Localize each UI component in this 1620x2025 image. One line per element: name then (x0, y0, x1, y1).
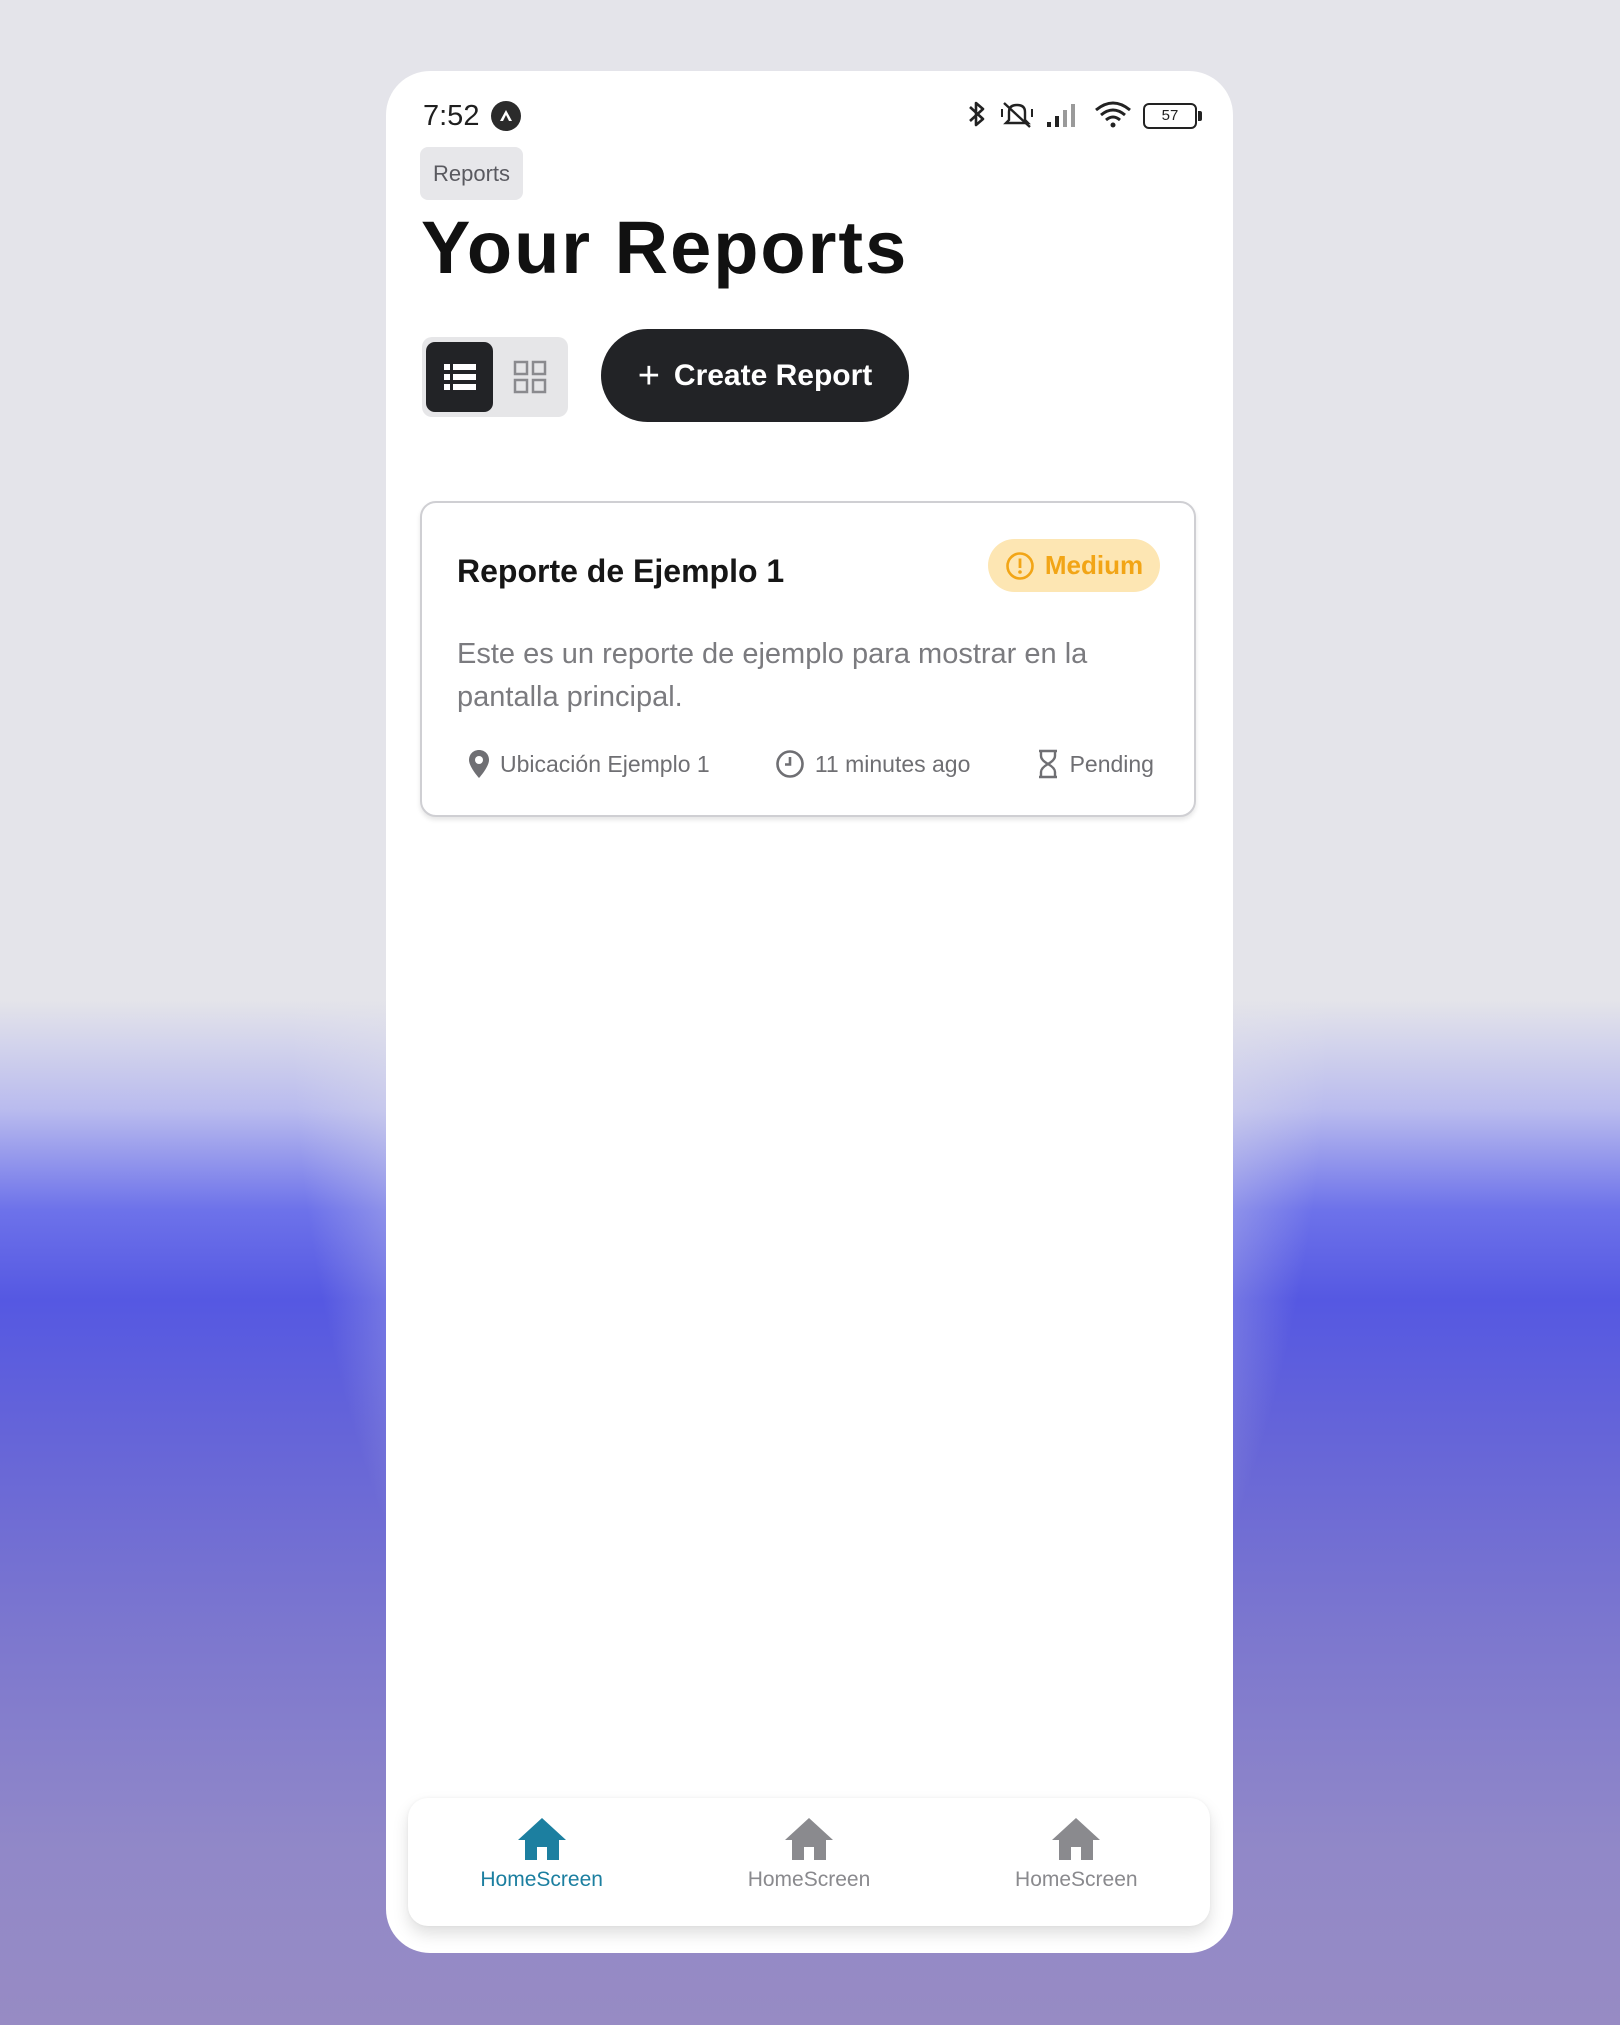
create-report-label: Create Report (673, 358, 873, 392)
phone-screen: 7:52 57 Reports Your Reports + Create Re… (386, 71, 1233, 1953)
severity-label: Medium (1044, 550, 1144, 580)
report-meta: Ubicación Ejemplo 1 11 minutes ago Pendi… (468, 749, 1154, 779)
status-text: Pending (1069, 750, 1154, 777)
severity-badge: Medium (988, 539, 1160, 592)
hourglass-icon (1038, 749, 1057, 779)
bluetooth-icon (965, 98, 989, 135)
grid-view-button[interactable] (496, 342, 563, 412)
grid-icon (513, 360, 546, 394)
location-text: Ubicación Ejemplo 1 (500, 750, 710, 777)
home-icon (1052, 1818, 1101, 1860)
tab-homescreen-1[interactable]: HomeScreen (408, 1798, 675, 1926)
tab-homescreen-3[interactable]: HomeScreen (943, 1798, 1210, 1926)
app-notification-icon (491, 101, 522, 131)
plus-icon: + (637, 354, 660, 397)
status-bar: 7:52 57 (423, 95, 1202, 137)
view-toggle (422, 337, 568, 417)
tab-label: HomeScreen (747, 1868, 871, 1891)
alert-circle-icon (1006, 551, 1034, 580)
breadcrumb[interactable]: Reports (420, 147, 524, 200)
report-location: Ubicación Ejemplo 1 (468, 749, 710, 779)
report-time: 11 minutes ago (775, 749, 971, 779)
home-icon (517, 1818, 566, 1860)
vibrate-silent-icon (999, 98, 1035, 135)
status-left: 7:52 (423, 99, 522, 133)
status-time: 7:52 (423, 99, 480, 132)
signal-icon (1045, 100, 1083, 133)
page-title: Your Reports (421, 206, 909, 289)
tab-homescreen-2[interactable]: HomeScreen (675, 1798, 942, 1926)
battery-icon: 57 (1143, 103, 1202, 129)
list-icon (443, 364, 476, 390)
report-description: Este es un reporte de ejemplo para mostr… (457, 638, 1088, 713)
location-pin-icon (469, 750, 489, 778)
home-icon (784, 1818, 833, 1860)
tab-label: HomeScreen (1015, 1868, 1138, 1891)
report-card[interactable]: Reporte de Ejemplo 1 Medium Este es un r… (420, 501, 1196, 817)
status-right: 57 (965, 98, 1202, 135)
report-title: Reporte de Ejemplo 1 (457, 553, 785, 589)
time-ago-text: 11 minutes ago (814, 750, 971, 777)
create-report-button[interactable]: + Create Report (601, 329, 909, 422)
report-status: Pending (1036, 749, 1154, 779)
clock-icon (776, 750, 804, 778)
tab-label: HomeScreen (480, 1868, 603, 1891)
wifi-icon (1093, 99, 1133, 134)
list-view-button[interactable] (426, 342, 493, 412)
bottom-tab-bar: HomeScreen HomeScreen HomeScreen (408, 1798, 1210, 1926)
